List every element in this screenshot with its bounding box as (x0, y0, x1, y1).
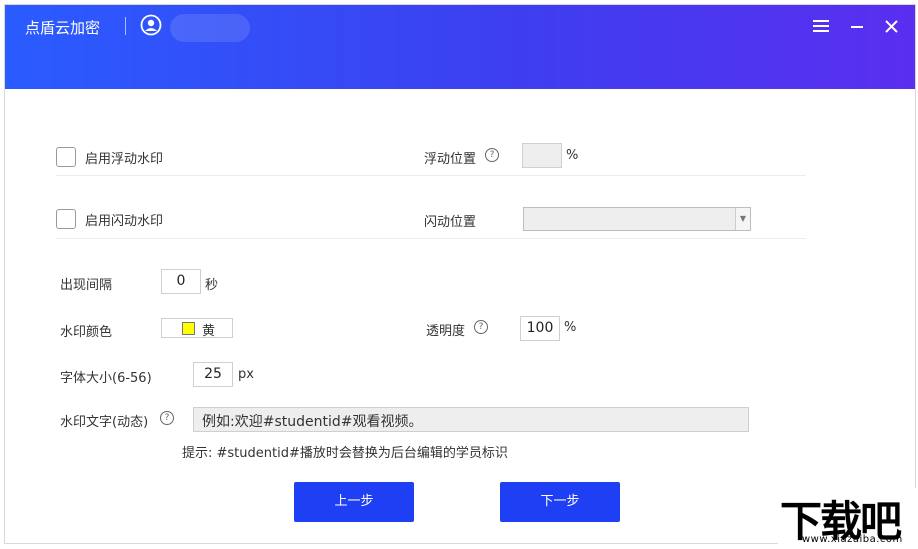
next-step-button[interactable]: 下一步 (500, 482, 620, 522)
flash-position-label: 闪动位置 (424, 215, 477, 230)
flash-watermark-checkbox[interactable] (56, 209, 76, 229)
row-divider (56, 238, 806, 239)
title-divider (125, 17, 126, 35)
opacity-help-icon[interactable]: ? (474, 320, 488, 334)
row-divider (56, 175, 806, 176)
float-watermark-checkbox[interactable] (56, 147, 76, 167)
minimize-icon[interactable] (847, 16, 867, 36)
watermark-text-help-icon[interactable]: ? (160, 411, 174, 425)
flash-watermark-label: 启用闪动水印 (85, 214, 164, 229)
flash-position-select[interactable]: ▼ (523, 207, 751, 231)
float-position-help-icon[interactable]: ? (485, 148, 499, 162)
interval-unit: 秒 (205, 278, 219, 293)
title-bar: 点盾云加密 (5, 5, 915, 89)
watermark-hint: 提示: #studentid#播放时会替换为后台编辑的学员标识 (182, 446, 508, 461)
color-value: 黄 (202, 324, 216, 339)
interval-input[interactable]: 0 (161, 269, 201, 294)
font-size-input[interactable]: 25 (193, 362, 233, 387)
watermark-text-input[interactable]: 例如:欢迎#studentid#观看视频。 (193, 407, 749, 432)
color-picker-button[interactable]: 黄 (161, 318, 233, 339)
opacity-input[interactable]: 100 (520, 316, 560, 341)
site-watermark-logo: 下载吧 www.xiazaiba.com (778, 488, 918, 546)
color-label: 水印颜色 (60, 325, 113, 340)
opacity-unit: % (564, 320, 577, 335)
float-position-unit: % (566, 148, 579, 163)
color-swatch (182, 322, 195, 335)
float-position-input[interactable] (522, 143, 562, 168)
chevron-down-icon[interactable]: ▼ (735, 208, 750, 230)
app-window: 点盾云加密 启用浮动水印 浮动位置 ? % 启用闪动水印 闪动位置 ▼ 出现间隔… (4, 4, 916, 544)
font-size-unit: px (238, 367, 254, 382)
font-size-label: 字体大小(6-56) (60, 371, 152, 386)
float-watermark-label: 启用浮动水印 (85, 152, 164, 167)
watermark-text-label: 水印文字(动态) (60, 415, 149, 430)
user-avatar-icon[interactable] (140, 14, 162, 36)
float-position-label: 浮动位置 (424, 152, 477, 167)
opacity-label: 透明度 (426, 324, 466, 339)
close-icon[interactable] (881, 16, 901, 36)
interval-label: 出现间隔 (60, 278, 113, 293)
prev-step-button[interactable]: 上一步 (294, 482, 414, 522)
hamburger-menu-icon[interactable] (811, 16, 831, 36)
app-title: 点盾云加密 (25, 19, 101, 37)
watermark-logo-url: www.xiazaiba.com (802, 534, 903, 545)
user-name-area[interactable] (170, 14, 250, 42)
